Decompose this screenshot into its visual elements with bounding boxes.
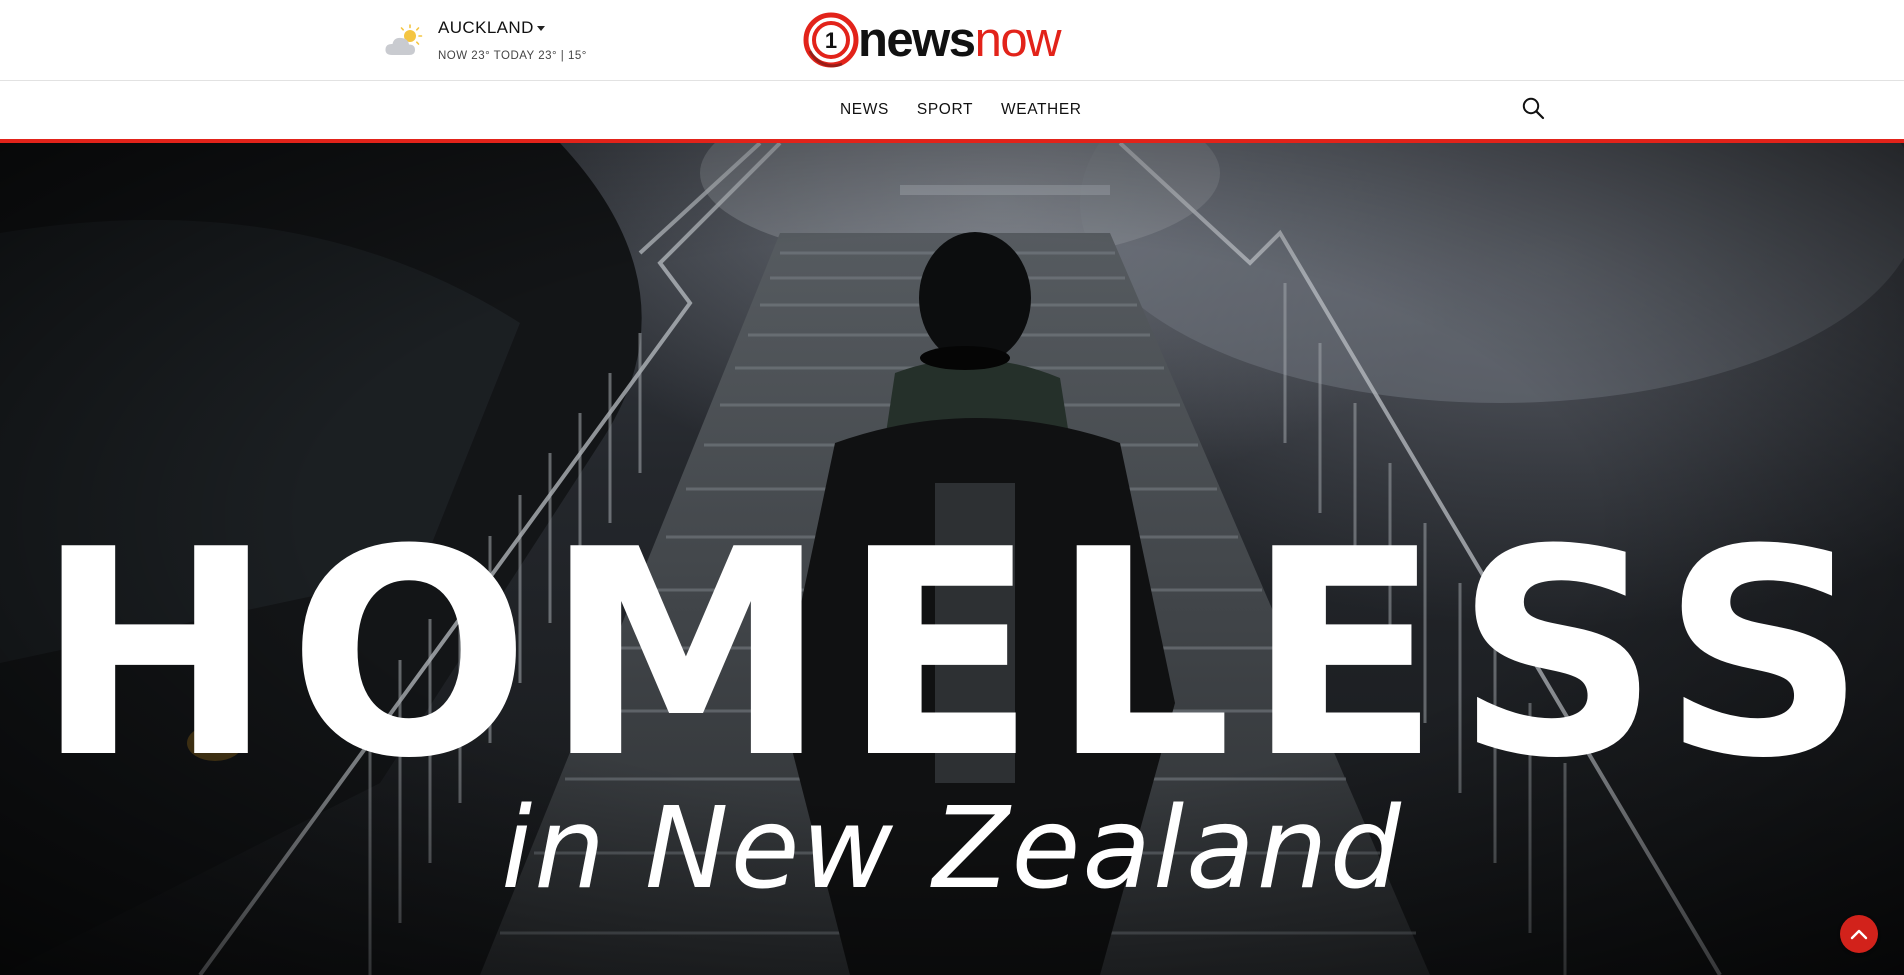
logo-word-news: news: [858, 12, 976, 67]
nav-item-weather[interactable]: WEATHER: [1001, 101, 1082, 119]
site-logo[interactable]: 1 news now: [802, 10, 1062, 70]
logo-badge-icon: 1: [803, 12, 859, 68]
nav-item-sport[interactable]: SPORT: [917, 101, 973, 119]
nav-links: NEWS SPORT WEATHER: [840, 101, 1082, 119]
hero-banner[interactable]: HOMELESS in New Zealand: [0, 143, 1904, 975]
logo-badge-number: 1: [825, 28, 837, 53]
hero-subtitle: in New Zealand: [501, 784, 1403, 914]
hero-title: HOMELESS: [35, 489, 1881, 821]
weather-widget[interactable]: AUCKLAND NOW 23° TODAY 23° | 15°: [384, 18, 587, 68]
city-name[interactable]: AUCKLAND: [438, 18, 534, 38]
top-bar: AUCKLAND NOW 23° TODAY 23° | 15° 1 news …: [0, 0, 1904, 81]
chevron-down-icon[interactable]: [536, 26, 545, 31]
city-selector[interactable]: AUCKLAND: [438, 18, 587, 38]
main-nav: NEWS SPORT WEATHER: [0, 81, 1904, 139]
temperature-readout: NOW 23° TODAY 23° | 15°: [438, 50, 587, 62]
logo-word-now: now: [974, 12, 1062, 67]
back-to-top-button[interactable]: [1840, 915, 1878, 953]
partly-cloudy-icon: [385, 24, 423, 55]
chevron-up-icon: [1850, 929, 1868, 940]
search-icon[interactable]: [1521, 96, 1545, 120]
nav-item-news[interactable]: NEWS: [840, 101, 889, 119]
